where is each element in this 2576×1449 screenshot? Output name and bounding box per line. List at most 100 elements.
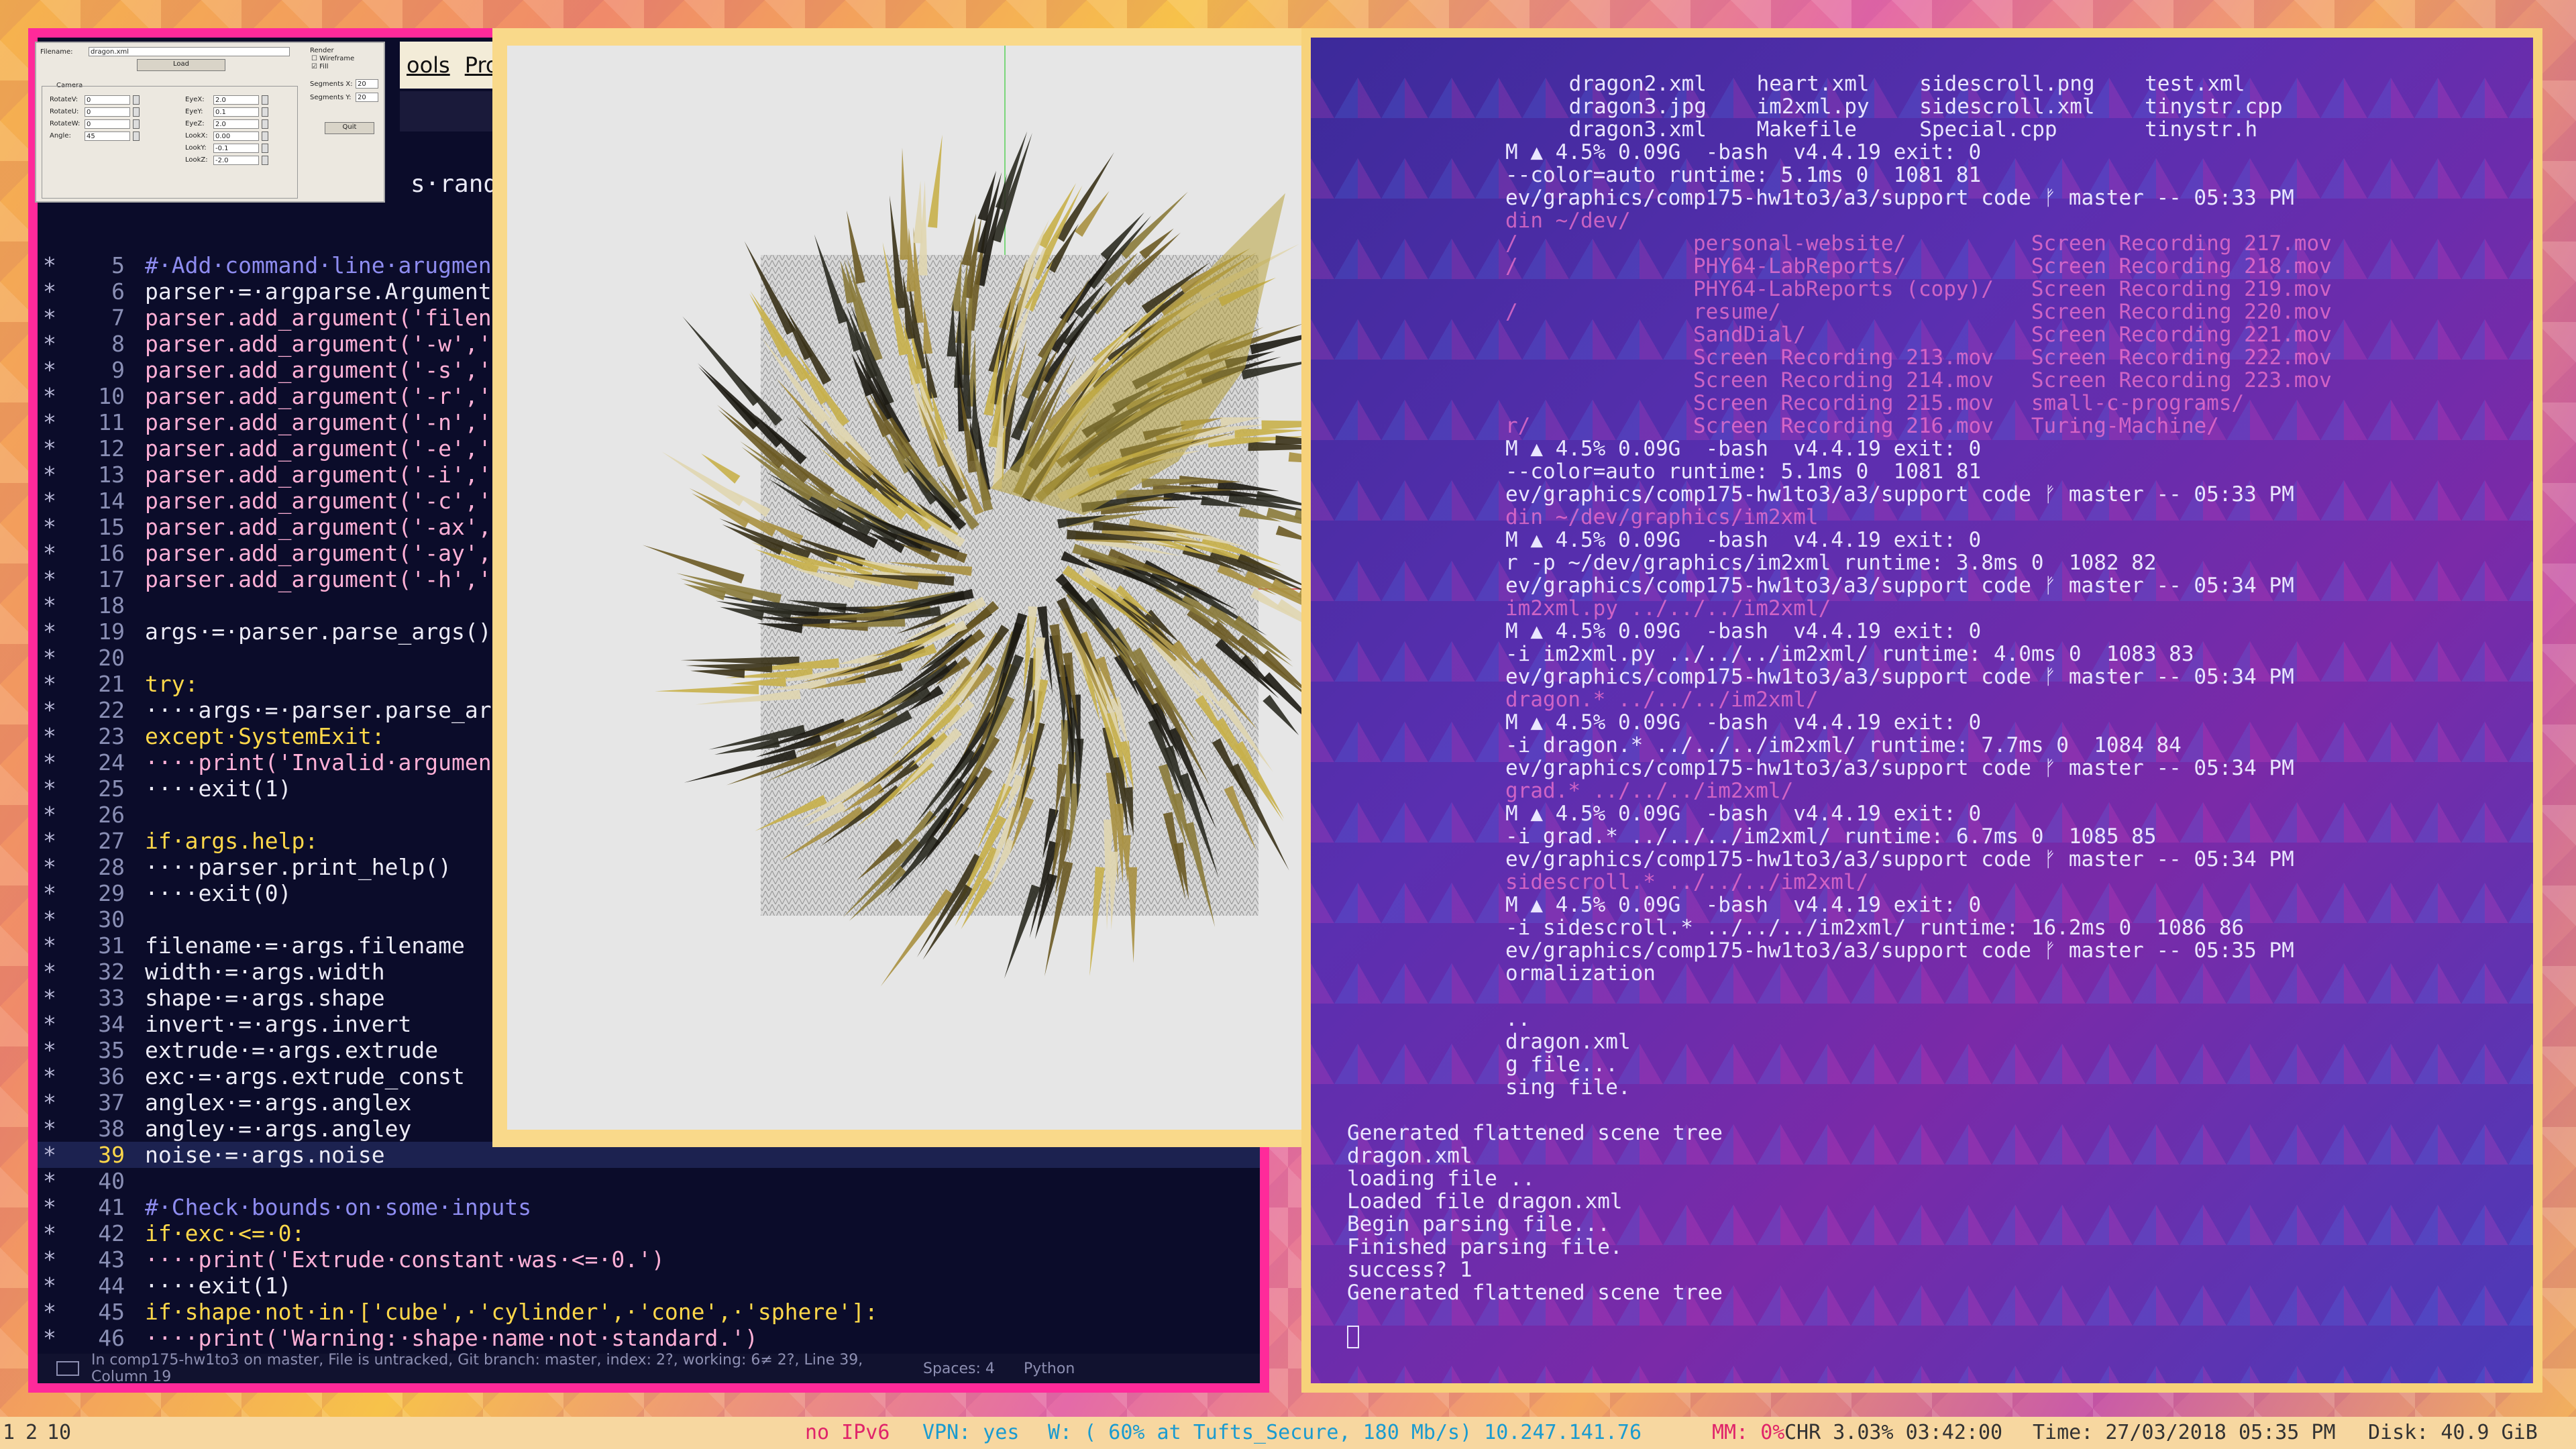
terminal-line: -i dragon.* ../../../im2xml/ runtime: 7.… <box>1505 733 2182 757</box>
code-line[interactable]: * 42 if·exc·<=·0: <box>38 1220 1260 1246</box>
camera-param-input[interactable]: 0.00 <box>213 131 259 141</box>
menu-tools[interactable]: ools <box>407 52 450 78</box>
spinner-arrows-icon[interactable] <box>133 107 140 117</box>
code-line[interactable]: * 46 ····print('Warning:·shape·name·not·st… <box>38 1325 1260 1351</box>
code-text: #·Add·command·line·arugment· <box>145 252 519 278</box>
camera-param-input[interactable]: -2.0 <box>213 156 259 165</box>
code-text: angley·=·args.angley <box>145 1116 412 1142</box>
line-number: 36 <box>98 1063 125 1089</box>
spinner-arrows-icon[interactable] <box>262 107 268 117</box>
syntax-setting[interactable]: Python <box>1024 1360 1075 1377</box>
wireframe-checkbox[interactable]: ☐ Wireframe <box>311 55 354 62</box>
terminal-window[interactable]: dragon2.xml heart.xml sidescroll.png tes… <box>1301 28 2542 1393</box>
terminal-line: dragon.xml <box>1505 1030 1631 1054</box>
panel-toggle-icon[interactable] <box>56 1361 79 1376</box>
camera-param-input[interactable]: 0.1 <box>213 107 259 117</box>
spinner-arrows-icon[interactable] <box>262 156 268 165</box>
modified-marker: * <box>43 488 56 514</box>
code-line[interactable]: * 40 <box>38 1168 1260 1194</box>
line-number: 40 <box>98 1168 125 1194</box>
code-line[interactable]: * 45 if·shape·not·in·['cube',·'cylinder',·… <box>38 1299 1260 1325</box>
terminal-line: / personal-website/ Screen Recording 217… <box>1505 231 2332 256</box>
modified-marker: * <box>43 514 56 540</box>
terminal-line: r/ Screen Recording 216.mov Turing-Machi… <box>1505 414 2219 438</box>
camera-param-input[interactable]: 0 <box>85 95 130 105</box>
disk-status: Disk: 40.9 GiB <box>2368 1421 2538 1444</box>
camera-param-label: RotateW: <box>50 120 80 127</box>
modified-marker: * <box>43 331 56 357</box>
segments-y-label: Segments Y: <box>310 94 352 101</box>
segments-x-input[interactable]: 20 <box>356 79 378 89</box>
terminal-line: --color=auto runtime: 5.1ms 0 1081 81 <box>1505 163 1982 187</box>
modified-marker: * <box>43 645 56 671</box>
code-line[interactable]: * 41 #·Check·bounds·on·some·inputs <box>38 1194 1260 1220</box>
line-number: 19 <box>98 619 125 645</box>
spinner-arrows-icon[interactable] <box>133 95 140 105</box>
line-number: 41 <box>98 1194 125 1220</box>
mesh-spike <box>928 134 943 228</box>
spinner-arrows-icon[interactable] <box>262 144 268 153</box>
line-number: 8 <box>111 331 125 357</box>
code-text: ····exit(1) <box>145 1273 292 1299</box>
terminal-line: dragon2.xml heart.xml sidescroll.png tes… <box>1519 72 2245 96</box>
terminal-line: din ~/dev/graphics/im2xml <box>1505 505 1819 529</box>
line-number: 12 <box>98 435 125 462</box>
load-button[interactable]: Load <box>137 59 225 71</box>
line-number: 16 <box>98 540 125 566</box>
spinner-arrows-icon[interactable] <box>262 95 268 105</box>
camera-param-label: EyeY: <box>185 108 203 115</box>
modified-marker: * <box>43 775 56 802</box>
filename-input[interactable]: dragon.xml <box>89 47 290 56</box>
line-number: 33 <box>98 985 125 1011</box>
filename-label: Filename: <box>40 48 73 56</box>
code-line[interactable]: * 43 ····print('Extrude·constant·was·<=·0.… <box>38 1246 1260 1273</box>
terminal-line: r -p ~/dev/graphics/im2xml runtime: 3.8m… <box>1505 551 2157 575</box>
spinner-arrows-icon[interactable] <box>262 119 268 129</box>
line-number: 7 <box>111 305 125 331</box>
segments-y-input[interactable]: 20 <box>356 93 378 102</box>
fill-label: Fill <box>319 63 329 70</box>
code-text: try: <box>145 671 199 697</box>
line-number: 23 <box>98 723 125 749</box>
modified-marker: * <box>43 854 56 880</box>
workspace-1[interactable]: 1 <box>3 1417 15 1449</box>
spinner-arrows-icon[interactable] <box>262 131 268 141</box>
modified-marker: * <box>43 749 56 775</box>
spinner-arrows-icon[interactable] <box>133 131 140 141</box>
quit-button[interactable]: Quit <box>325 122 374 134</box>
code-text: ····print('Invalid·arguments <box>145 749 519 775</box>
workspace-10[interactable]: 10 <box>47 1417 71 1449</box>
modified-marker: * <box>43 1116 56 1142</box>
code-text: if·exc·<=·0: <box>145 1220 305 1246</box>
code-text: exc·=·args.extrude_const <box>145 1063 465 1089</box>
fill-checkbox[interactable]: ☑ Fill <box>311 63 329 70</box>
camera-param-input[interactable]: -0.1 <box>213 144 259 153</box>
camera-param-input[interactable]: 0 <box>85 119 130 129</box>
camera-param-input[interactable]: 45 <box>85 131 130 141</box>
modified-marker: * <box>43 592 56 619</box>
line-number: 5 <box>111 252 125 278</box>
line-number: 37 <box>98 1089 125 1116</box>
code-text: parser·=·argparse.ArgumentPa <box>145 278 519 305</box>
camera-param-input[interactable]: 0 <box>85 107 130 117</box>
indentation-setting[interactable]: Spaces: 4 <box>923 1360 1024 1377</box>
terminal-line: M ▲ 4.5% 0.09G -bash v4.4.19 exit: 0 <box>1505 802 1982 826</box>
modified-marker: * <box>43 1299 56 1325</box>
modified-marker: * <box>43 357 56 383</box>
code-text: args·=·parser.parse_args() <box>145 619 492 645</box>
code-text: shape·=·args.shape <box>145 985 385 1011</box>
spinner-arrows-icon[interactable] <box>133 119 140 129</box>
modified-marker: * <box>43 305 56 331</box>
camera-param-input[interactable]: 2.0 <box>213 119 259 129</box>
camera-param-input[interactable]: 2.0 <box>213 95 259 105</box>
workspace-2[interactable]: 2 <box>25 1417 38 1449</box>
line-number: 34 <box>98 1011 125 1037</box>
cpu-status: CHR 3.03% 03:42:00 <box>1784 1421 2003 1444</box>
terminal-line: M ▲ 4.5% 0.09G -bash v4.4.19 exit: 0 <box>1505 893 1982 917</box>
code-text: width·=·args.width <box>145 959 385 985</box>
terminal-line: dragon3.xml Makefile Special.cpp tinystr… <box>1519 117 2258 142</box>
system-status-bar: 1 2 10 no IPv6 VPN: yes W: ( 60% at Tuft… <box>0 1417 2576 1449</box>
code-line[interactable]: * 44 ····exit(1) <box>38 1273 1260 1299</box>
line-number: 39 <box>98 1142 125 1168</box>
modified-marker: * <box>43 802 56 828</box>
